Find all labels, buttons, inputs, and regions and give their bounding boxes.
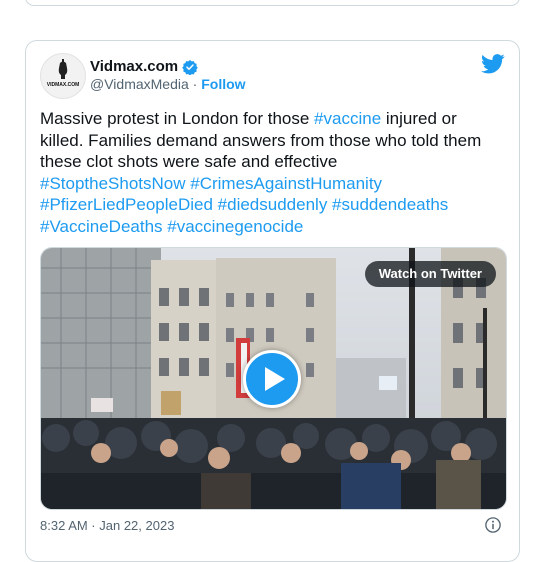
author-handle[interactable]: @VidmaxMedia (90, 76, 189, 92)
verified-badge-icon (182, 59, 198, 75)
twitter-bird-icon[interactable] (481, 54, 505, 74)
follow-link[interactable]: Follow (201, 76, 245, 92)
play-icon (265, 367, 285, 391)
avatar[interactable]: VIDMAX.COM (40, 53, 86, 99)
watch-on-twitter-button[interactable]: Watch on Twitter (364, 261, 496, 287)
tweet-timestamp[interactable]: 8:32 AM · Jan 22, 2023 (40, 518, 174, 533)
author-name-row[interactable]: Vidmax.com (90, 58, 198, 75)
handle-separator: · (188, 76, 202, 92)
author-name[interactable]: Vidmax.com (90, 58, 178, 75)
hashtag-vaccine[interactable]: #vaccine (314, 109, 381, 128)
hashtags-line-2[interactable]: #PfizerLiedPeopleDied #diedsuddenly #sud… (40, 195, 448, 214)
hashtags-line-3[interactable]: #VaccineDeaths #vaccinegenocide (40, 217, 303, 236)
video-thumbnail[interactable]: Watch on Twitter (40, 247, 507, 510)
hashtags-line-1[interactable]: #StoptheShotsNow #CrimesAgainstHumanity (40, 174, 382, 193)
previous-tweet-card (25, 0, 520, 6)
handle-row: @VidmaxMedia · Follow (90, 76, 246, 92)
play-button[interactable] (243, 350, 301, 408)
tweet-text-part-1: Massive protest in London for those (40, 109, 315, 128)
info-icon[interactable] (484, 516, 502, 534)
tweet-text: Massive protest in London for those #vac… (40, 108, 500, 237)
avatar-logo-text: VIDMAX.COM (47, 82, 80, 88)
